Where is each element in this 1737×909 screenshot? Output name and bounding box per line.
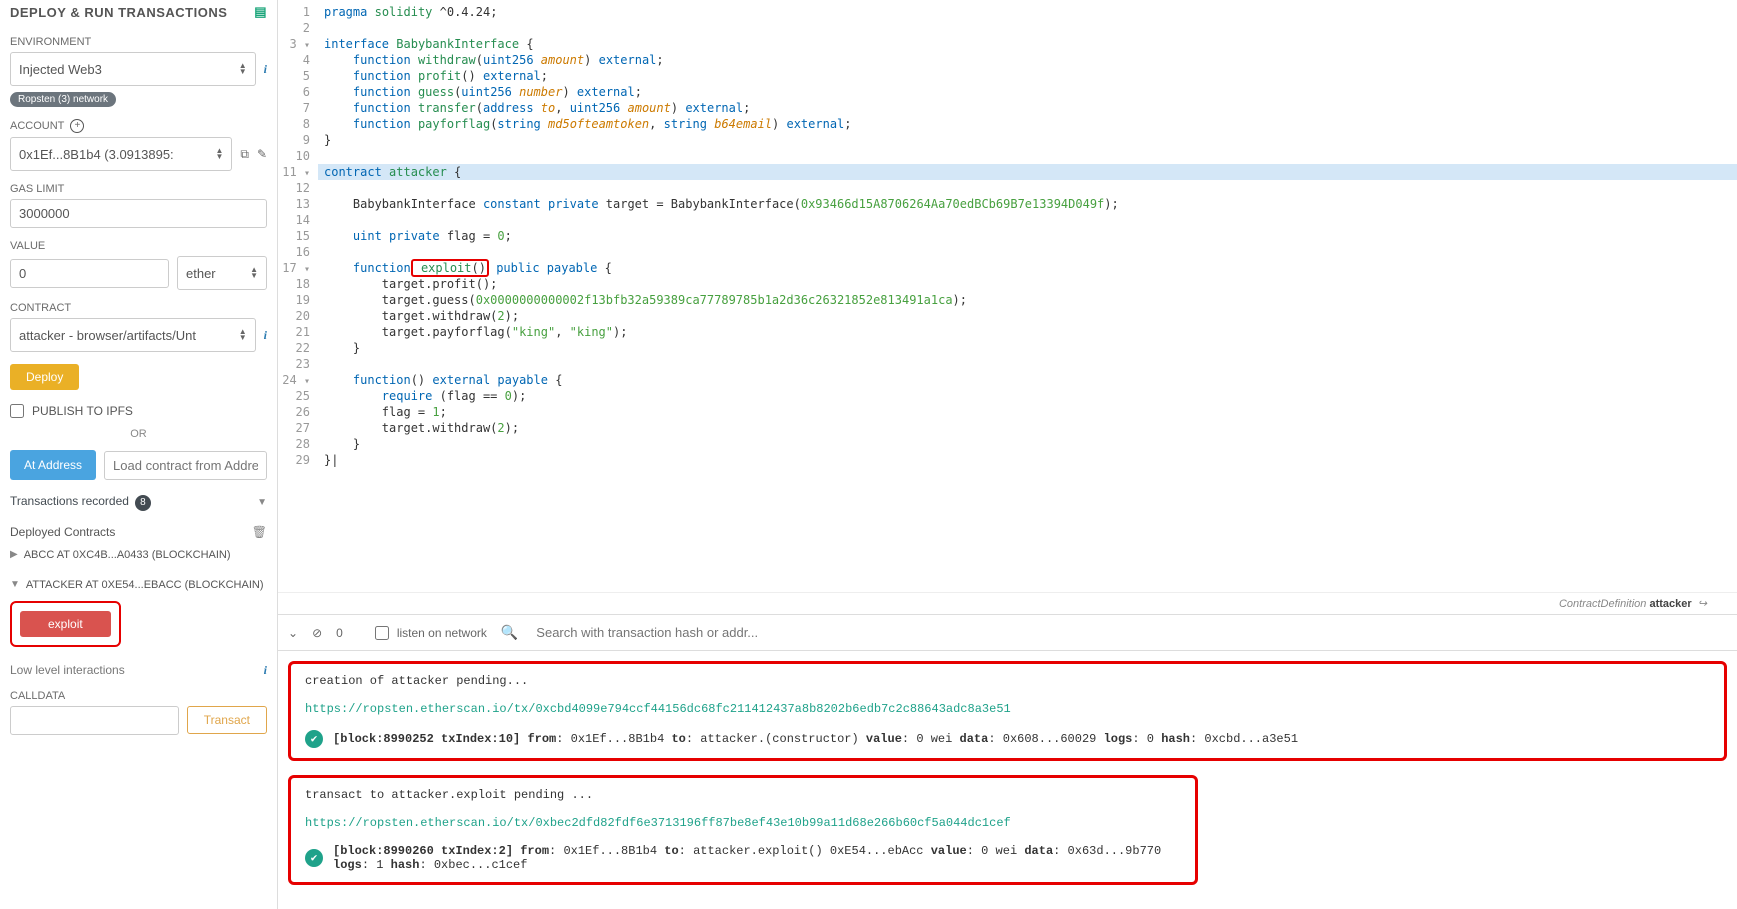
panel-menu-icon[interactable]: ▤ — [254, 4, 267, 20]
terminal-line: creation of attacker pending... — [305, 674, 1710, 688]
info-icon[interactable]: i — [264, 663, 267, 678]
account-select[interactable]: 0x1Ef...8B1b4 (3.0913895: ▲▼ — [10, 137, 232, 171]
info-icon[interactable]: i — [264, 328, 267, 343]
select-chevron-icon: ▲▼ — [250, 267, 258, 279]
success-check-icon: ✔ — [305, 730, 323, 748]
calldata-input[interactable] — [10, 706, 179, 735]
environment-label: ENVIRONMENT — [10, 36, 267, 48]
deployed-contracts-header: Deployed Contracts 🗑 — [10, 525, 267, 539]
etherscan-link[interactable]: https://ropsten.etherscan.io/tx/0xbec2df… — [305, 816, 1181, 830]
value-label: VALUE — [10, 240, 267, 252]
clear-instances-icon[interactable]: 🗑 — [252, 525, 267, 539]
at-address-button[interactable]: At Address — [10, 450, 96, 480]
exploit-button[interactable]: exploit — [20, 611, 111, 637]
panel-title: DEPLOY & RUN TRANSACTIONS ▤ — [10, 0, 267, 24]
contract-label: CONTRACT — [10, 302, 267, 314]
exploit-highlight: exploit — [10, 601, 121, 647]
instance-attacker[interactable]: ▼ ATTACKER AT 0XE54...EBACC (BLOCKCHAIN) — [10, 579, 267, 591]
code-content[interactable]: pragma solidity ^0.4.24; interface Babyb… — [318, 0, 1737, 592]
success-check-icon: ✔ — [305, 849, 323, 867]
transact-button[interactable]: Transact — [187, 706, 267, 734]
terminal: creation of attacker pending... https://… — [278, 651, 1737, 909]
chevron-down-icon: ▼ — [257, 497, 267, 508]
info-icon[interactable]: i — [264, 62, 267, 77]
clear-icon[interactable]: ⊘ — [312, 626, 322, 640]
terminal-search-input[interactable] — [532, 621, 1727, 644]
terminal-log-text: [block:8990252 txIndex:10] from: 0x1Ef..… — [333, 732, 1298, 746]
gas-limit-input[interactable] — [10, 199, 267, 228]
terminal-log-row[interactable]: ✔ [block:8990252 txIndex:10] from: 0x1Ef… — [305, 730, 1710, 748]
contract-select[interactable]: attacker - browser/artifacts/Unt ▲▼ — [10, 318, 256, 352]
tx-count-badge: 8 — [135, 495, 151, 511]
terminal-toolbar: ⌄ ⊘ 0 listen on network 🔍 — [278, 614, 1737, 651]
search-icon[interactable]: 🔍 — [501, 624, 518, 641]
transactions-recorded-row[interactable]: Transactions recorded8 ▼ — [10, 494, 267, 511]
listen-network-row[interactable]: listen on network — [375, 626, 487, 640]
terminal-block-creation: creation of attacker pending... https://… — [288, 661, 1727, 761]
terminal-log-text: [block:8990260 txIndex:2] from: 0x1Ef...… — [333, 844, 1181, 872]
add-account-icon[interactable]: + — [70, 119, 84, 133]
network-badge: Ropsten (3) network — [10, 92, 116, 107]
edit-account-icon[interactable]: ✎ — [257, 147, 267, 161]
deploy-run-panel: DEPLOY & RUN TRANSACTIONS ▤ ENVIRONMENT … — [0, 0, 278, 909]
main-area: 123 ▾4567891011 ▾121314151617 ▾181920212… — [278, 0, 1737, 909]
publish-ipfs-row[interactable]: PUBLISH TO IPFS — [10, 404, 267, 418]
gas-limit-label: GAS LIMIT — [10, 183, 267, 195]
select-chevron-icon: ▲▼ — [215, 148, 223, 160]
terminal-line: transact to attacker.exploit pending ... — [305, 788, 1181, 802]
or-separator: OR — [10, 428, 267, 440]
chevron-right-icon: ▶ — [10, 549, 18, 560]
toggle-down-icon[interactable]: ⌄ — [288, 626, 298, 640]
etherscan-link[interactable]: https://ropsten.etherscan.io/tx/0xcbd409… — [305, 702, 1710, 716]
pending-icon[interactable]: 0 — [336, 626, 343, 640]
listen-checkbox[interactable] — [375, 626, 389, 640]
instance-abcc[interactable]: ▶ ABCC AT 0XC4B...A0433 (BLOCKCHAIN) — [10, 549, 267, 561]
copy-account-icon[interactable]: ⧉ — [240, 147, 249, 162]
environment-select[interactable]: Injected Web3 ▲▼ — [10, 52, 256, 86]
line-gutter: 123 ▾4567891011 ▾121314151617 ▾181920212… — [278, 0, 318, 592]
chevron-down-icon: ▼ — [10, 579, 20, 590]
account-label: ACCOUNT + — [10, 119, 267, 133]
select-chevron-icon: ▲▼ — [239, 329, 247, 341]
publish-ipfs-checkbox[interactable] — [10, 404, 24, 418]
select-chevron-icon: ▲▼ — [239, 63, 247, 75]
at-address-input[interactable] — [104, 451, 267, 480]
calldata-label: CALLDATA — [10, 690, 267, 702]
terminal-log-row[interactable]: ✔ [block:8990260 txIndex:2] from: 0x1Ef.… — [305, 844, 1181, 872]
terminal-block-exploit: transact to attacker.exploit pending ...… — [288, 775, 1198, 885]
value-unit-select[interactable]: ether ▲▼ — [177, 256, 267, 290]
value-input[interactable] — [10, 259, 169, 288]
code-editor[interactable]: 123 ▾4567891011 ▾121314151617 ▾181920212… — [278, 0, 1737, 592]
deploy-button[interactable]: Deploy — [10, 364, 79, 390]
status-bar: ContractDefinition attacker ↪ — [278, 592, 1737, 614]
low-level-label: Low level interactions — [10, 663, 125, 677]
